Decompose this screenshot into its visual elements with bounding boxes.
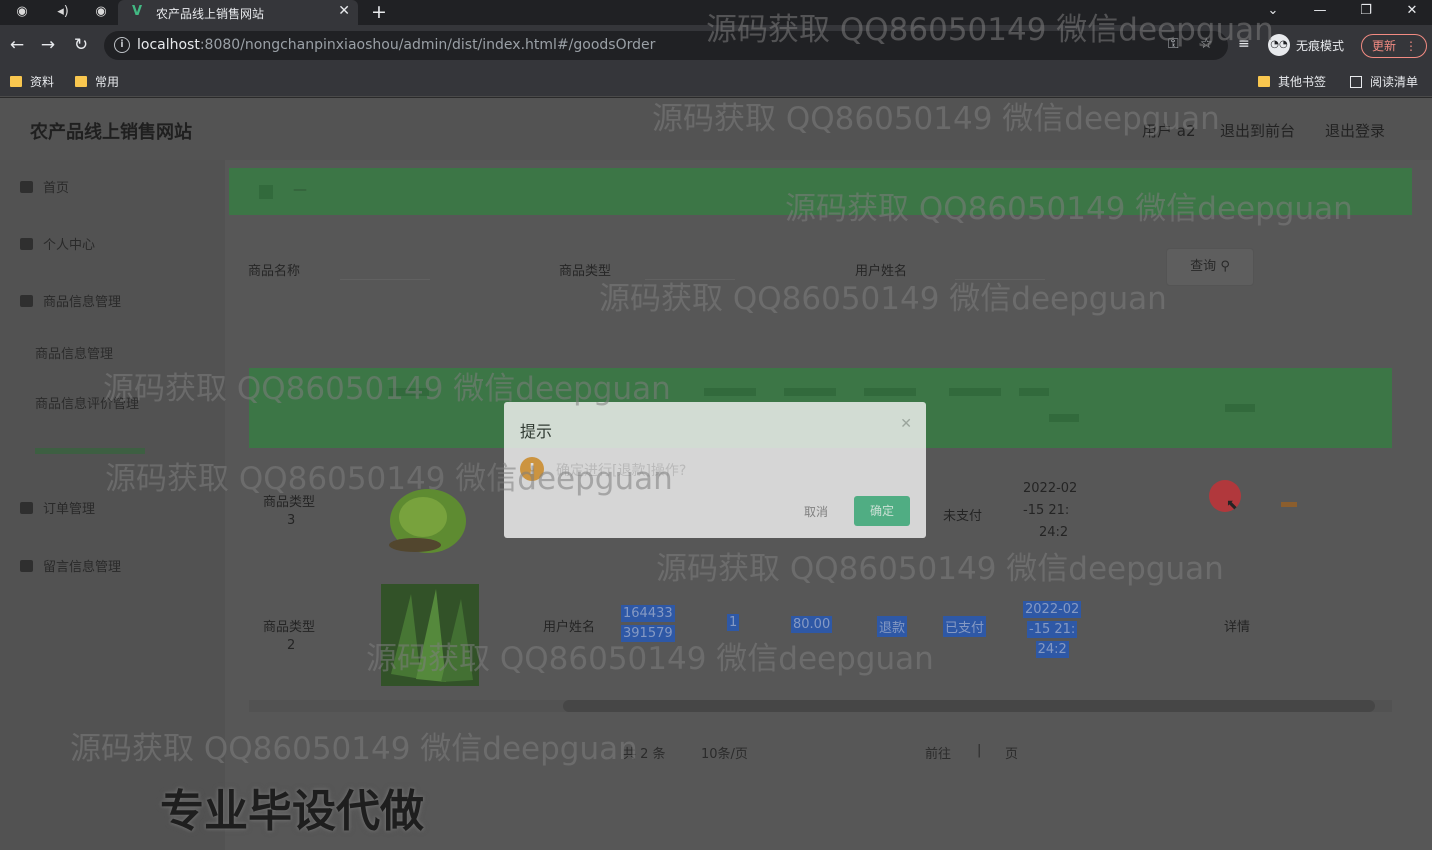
goods-type-label: 商品类型 [263,620,316,635]
more-icon: ⋮ [1405,39,1417,53]
globe-icon[interactable]: ◉ [11,3,33,21]
goods-type-value: 3 [287,513,296,528]
user-icon [20,238,33,250]
site-title: 农产品线上销售网站 [30,122,192,143]
watermark-text: 源码获取 QQ86050149 微信deepguan [70,731,638,767]
sidebar-item-home[interactable]: 首页 [20,177,69,196]
goods-name-input[interactable] [340,254,430,280]
watermark-text: 源码获取 QQ86050149 微信deepguan [103,371,671,407]
horizontal-scrollbar[interactable] [249,700,1392,712]
confirm-button[interactable]: 确定 [854,496,910,526]
forward-icon[interactable]: → [37,35,59,55]
ad-banner-text: 专业毕设代做 [160,786,424,837]
dialog-title: 提示 [520,422,553,441]
reload-icon[interactable]: ↻ [70,35,92,55]
watermark-text: 源码获取 QQ86050149 微信deepguan [366,641,934,677]
vue-icon: V [132,4,143,19]
watermark-text: 源码获取 QQ86050149 微信deepguan [656,551,1224,587]
page-size-select[interactable]: 10条/页 [701,743,748,762]
header-placeholder [704,388,756,396]
folder-icon [1258,76,1270,87]
order-date-line: -15 21: [1023,503,1070,518]
order-icon [20,502,33,514]
watermark-text: 源码获取 QQ86050149 微信deepguan [785,191,1353,227]
page-unit-label: 页 [1005,747,1019,762]
payment-status: 已支付 [943,616,987,637]
goods-type-value: 2 [287,638,296,653]
back-to-front-link[interactable]: 退出到前台 [1220,120,1295,141]
quantity-value: 1 [727,614,740,631]
header-placeholder [1225,404,1255,412]
header-placeholder [864,388,916,396]
sidebar-item-goods[interactable]: 商品信息管理 [20,291,121,310]
header-placeholder [1019,388,1049,396]
info-icon[interactable]: i [114,37,130,53]
bookmark-folder[interactable]: 其他书签 [1258,73,1326,90]
sidebar-subitem-goods-info[interactable]: 商品信息管理 [35,343,113,362]
browser-tab[interactable]: V 农产品线上销售网站 ✕ [118,0,358,25]
watermark-text: 源码获取 QQ86050149 微信deepguan [599,281,1167,317]
reading-list[interactable]: 阅读清单 [1350,73,1418,90]
home-icon [20,181,33,193]
folder-icon [10,76,22,87]
goto-page-input[interactable]: | [977,743,981,758]
order-date-line: 24:2 [1039,525,1069,540]
close-icon[interactable]: ✕ [338,3,350,19]
order-date-line: 2022-02 [1023,481,1078,496]
close-window-icon[interactable]: ✕ [1402,3,1422,18]
breadcrumb-separator: — [293,182,307,198]
folder-icon [75,76,87,87]
header-placeholder [1049,414,1079,422]
home-icon [259,185,273,199]
watermark-text: 源码获取 QQ86050149 微信deepguan [652,101,1220,137]
back-icon[interactable]: ← [6,35,28,55]
sidebar-item-orders[interactable]: 订单管理 [20,498,95,517]
header-placeholder [784,388,836,396]
tab-title: 农产品线上销售网站 [156,7,265,21]
header-placeholder [949,388,1001,396]
goto-label: 前往 [925,747,952,762]
mouse-cursor-icon: ⬉ [1226,497,1238,513]
bookmark-folder[interactable]: 资料 [10,73,54,90]
reading-list-icon [1350,76,1362,88]
globe-icon[interactable]: ◉ [90,3,112,21]
update-button[interactable]: 更新 ⋮ [1361,34,1427,58]
new-tab-icon[interactable]: + [371,1,387,23]
close-icon[interactable]: ✕ [900,416,912,432]
cancel-button[interactable]: 取消 [784,500,848,524]
sidebar-item-messages[interactable]: 留言信息管理 [20,556,121,575]
action-button-fragment[interactable] [1281,502,1297,507]
mute-icon[interactable]: ◂) [52,3,74,21]
sidebar-item-profile[interactable]: 个人中心 [20,234,95,253]
price-value: 80.00 [791,616,833,633]
minimize-icon[interactable]: — [1310,3,1330,18]
menu-icon [20,295,33,307]
goods-name-label: 商品名称 [248,264,301,279]
url-text: localhost:8080/nongchanpinxiaoshou/admin… [137,37,656,53]
bookmark-folder[interactable]: 常用 [75,73,119,90]
restore-icon[interactable]: ❐ [1356,3,1376,18]
search-button[interactable]: 查询 ⚲ [1166,248,1254,286]
search-icon: ⚲ [1220,259,1230,274]
payment-status: 未支付 [943,509,983,524]
scrollbar-thumb[interactable] [563,700,1375,712]
detail-button[interactable]: 详情 [1224,616,1250,635]
watermark-text: 源码获取 QQ86050149 微信deepguan [706,12,1274,48]
watermark-text: 源码获取 QQ86050149 微信deepguan [105,461,673,497]
logout-link[interactable]: 退出登录 [1325,120,1385,141]
order-date: 2022-02 -15 21: 24:2 [1023,601,1082,658]
message-icon [20,560,33,572]
